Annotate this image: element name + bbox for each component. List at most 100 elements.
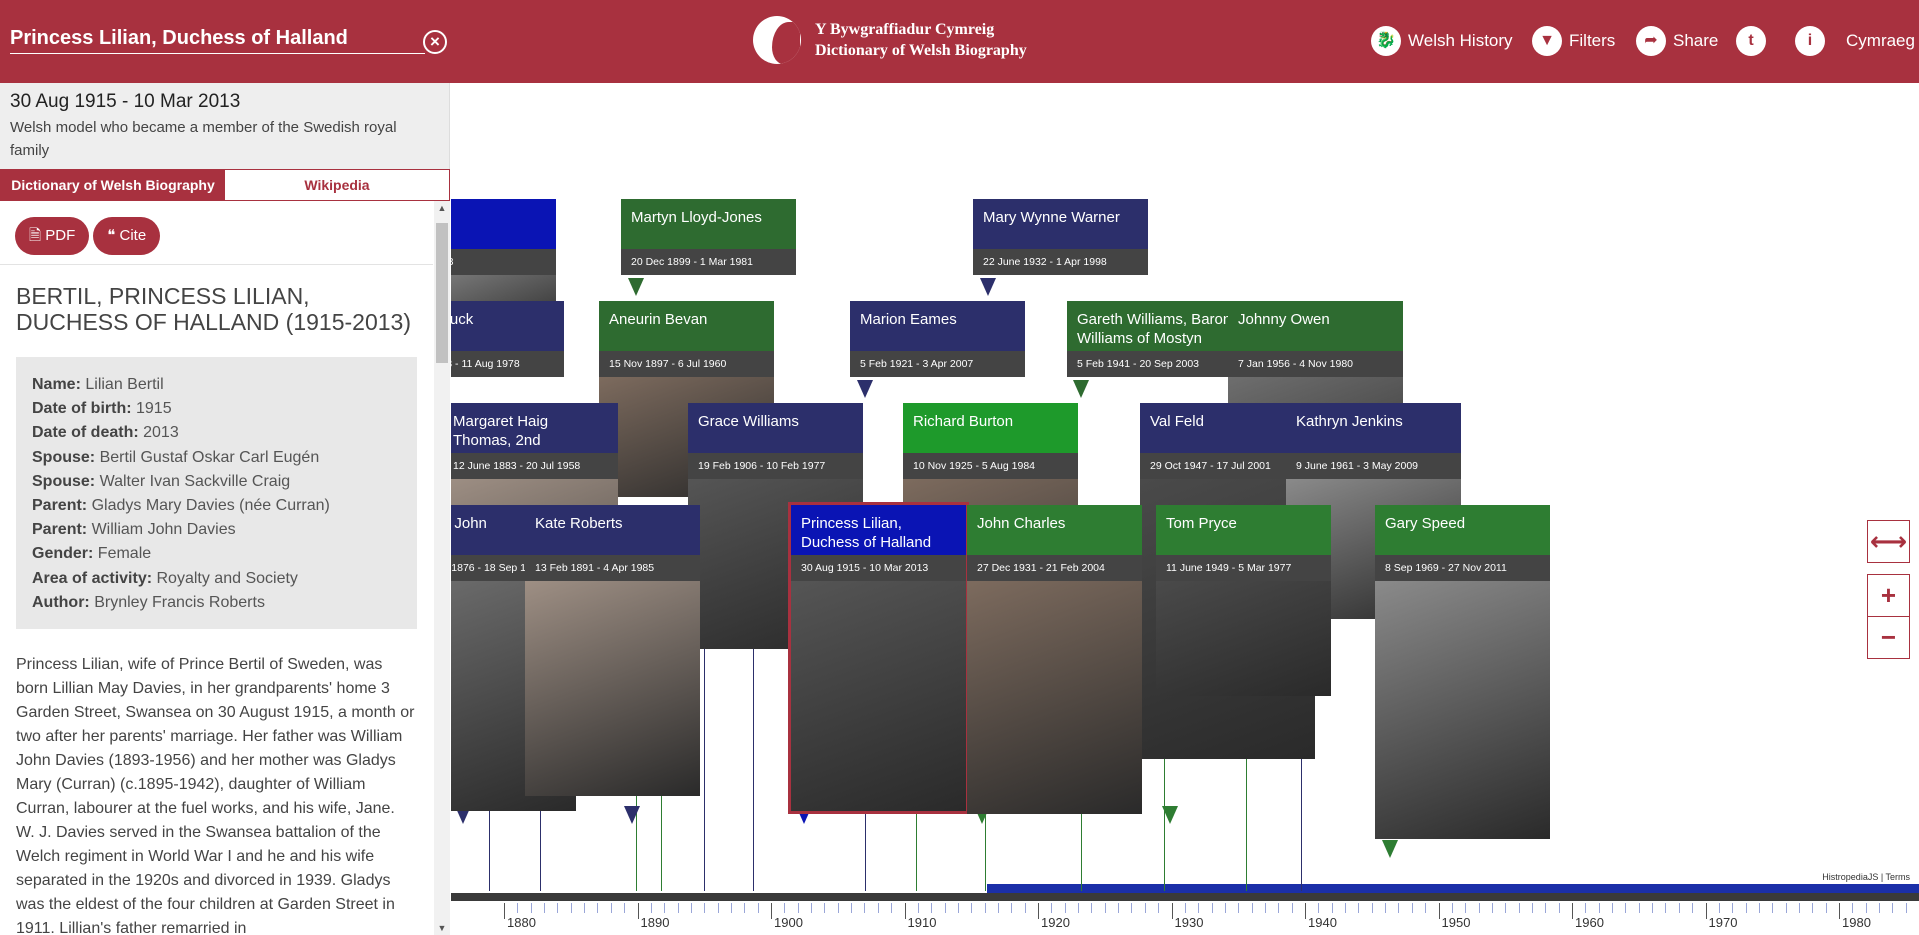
axis-minor-tick	[1425, 903, 1427, 913]
nav-share[interactable]: ➦ Share	[1636, 26, 1718, 56]
close-circle-icon[interactable]: ×	[423, 30, 447, 54]
tab-dictionary-of-welsh-biography[interactable]: Dictionary of Welsh Biography	[1, 170, 225, 200]
axis-minor-tick	[1491, 903, 1493, 913]
timeline-card[interactable]: Tom Pryce 11 June 1949 - 5 Mar 1977	[1156, 505, 1331, 696]
facts-box: Name: Lilian Bertil Date of birth: 1915 …	[16, 357, 417, 629]
timeline-card-name: Richard Burton	[903, 403, 1078, 453]
fact-row: Area of activity: Royalty and Society	[32, 569, 298, 587]
axis-minor-tick	[864, 903, 866, 913]
timeline-card-dates: 20 Dec 1899 - 1 Mar 1981	[621, 249, 796, 275]
axis-minor-tick	[1064, 903, 1066, 913]
axis-minor-tick	[1852, 903, 1854, 913]
timeline-card-dates: 5 Feb 1921 - 3 Apr 2007	[850, 351, 1025, 377]
pdf-button-label: PDF	[45, 227, 76, 244]
axis-minor-tick	[1398, 903, 1400, 913]
article-scroll-area[interactable]: 🗎 PDF ❝ Cite BERTIL, PRINCESS LILIAN, DU…	[0, 201, 450, 935]
nav-welsh-history[interactable]: 🐉 Welsh History	[1371, 26, 1513, 56]
axis-year-label: 1950	[1441, 915, 1471, 930]
timeline-card[interactable]: John Charles 27 Dec 1931 - 21 Feb 2004	[967, 505, 1142, 814]
timeline-card[interactable]: Mary Wynne Warner 22 June 1932 - 1 Apr 19…	[973, 199, 1148, 275]
zoom-in-icon[interactable]: +	[1867, 574, 1910, 617]
expand-horizontal-icon[interactable]: ⟷	[1867, 520, 1910, 563]
timeline-card-name: Marion Eames	[850, 301, 1025, 351]
histropedia-credit[interactable]: HistropediaJS | Terms	[1819, 871, 1913, 883]
axis-minor-tick	[1531, 903, 1533, 913]
timeline-card-name: Tom Pryce	[1156, 505, 1331, 555]
nav-twitter[interactable]: t	[1736, 26, 1773, 56]
timeline-card-name: Berta Ruck	[451, 301, 564, 351]
search-input-value[interactable]: Princess Lilian, Duchess of Halland	[10, 24, 425, 52]
short-description: Welsh model who became a member of the S…	[10, 119, 397, 159]
divider	[0, 264, 433, 265]
source-tabs: Dictionary of Welsh Biography Wikipedia	[0, 169, 450, 201]
axis-minor-tick	[811, 903, 813, 913]
axis-minor-tick	[1278, 903, 1280, 913]
axis-minor-tick	[1785, 903, 1787, 913]
timeline-card[interactable]: Kate Roberts 13 Feb 1891 - 4 Apr 1985	[525, 505, 700, 796]
timeline-card-name: Johnny Owen	[1228, 301, 1403, 351]
axis-minor-tick	[1331, 903, 1333, 913]
axis-year-label: 1960	[1575, 915, 1604, 930]
nav-info[interactable]: i	[1795, 26, 1832, 56]
timeline-card[interactable]: Martyn Lloyd-Jones 20 Dec 1899 - 1 Mar 19…	[621, 199, 796, 275]
cite-button[interactable]: ❝ Cite	[93, 217, 161, 255]
timeline-card-dates: 2 Aug 1878 - 11 Aug 1978	[451, 351, 564, 377]
scroll-down-arrow-icon[interactable]: ▼	[436, 921, 448, 935]
fact-row: Parent: William John Davies	[32, 521, 236, 539]
axis-minor-tick	[1264, 903, 1266, 913]
axis-minor-tick	[1638, 903, 1640, 913]
pdf-button[interactable]: 🗎 PDF	[15, 217, 90, 255]
timeline-card[interactable]: Marion Eames 5 Feb 1921 - 3 Apr 2007	[850, 301, 1025, 377]
time-axis-bar	[451, 893, 1919, 901]
axis-major-tick	[1038, 903, 1039, 919]
zoom-out-icon[interactable]: −	[1867, 616, 1910, 659]
axis-minor-tick	[544, 903, 546, 913]
axis-major-tick	[904, 903, 906, 919]
axis-major-tick	[771, 903, 772, 919]
tab-wikipedia[interactable]: Wikipedia	[225, 170, 449, 200]
axis-minor-tick	[1865, 903, 1867, 913]
axis-minor-tick	[1144, 903, 1146, 913]
timeline-canvas[interactable]: 1880 1890 1900 1910 1920 1930 1940 1950 1960 1970…	[451, 83, 1919, 935]
nav-filters[interactable]: ▼ Filters	[1532, 26, 1615, 56]
scroll-up-arrow-icon[interactable]: ▲	[436, 201, 448, 215]
axis-minor-tick	[717, 903, 719, 913]
axis-minor-tick	[1879, 903, 1881, 913]
axis-minor-tick	[610, 903, 612, 913]
axis-minor-tick	[557, 903, 559, 913]
axis-minor-tick	[1745, 903, 1747, 913]
axis-minor-tick	[1665, 903, 1667, 913]
axis-minor-tick	[1545, 903, 1547, 913]
axis-year-label: 1970	[1708, 915, 1738, 930]
axis-minor-tick	[1091, 903, 1093, 913]
nav-filters-label: Filters	[1569, 31, 1616, 50]
top-bar: Princess Lilian, Duchess of Halland × Y …	[0, 0, 1919, 83]
site-brand[interactable]: Y Bywgraffiadur Cymreig Dictionary of We…	[753, 15, 1027, 65]
axis-minor-tick	[1612, 903, 1614, 913]
axis-major-tick	[1705, 903, 1707, 919]
fact-row: Author: Brynley Francis Roberts	[32, 593, 265, 611]
timeline-card[interactable]: Berta Ruck2 Aug 1878 - 11 Aug 1978	[451, 301, 564, 377]
axis-year-label: 1910	[907, 915, 937, 930]
language-toggle[interactable]: Cymraeg	[1846, 26, 1915, 56]
search-input[interactable]: Princess Lilian, Duchess of Halland	[10, 24, 425, 54]
axis-minor-tick	[1732, 903, 1734, 913]
article-body: Princess Lilian, wife of Prince Bertil o…	[16, 656, 415, 935]
timeline-card[interactable]: Gareth Williams, Baron Williams of Mosty…	[1067, 301, 1242, 377]
axis-minor-tick	[1518, 903, 1520, 913]
axis-minor-tick	[1465, 903, 1467, 913]
axis-major-tick	[504, 903, 505, 919]
axis-minor-tick	[984, 903, 986, 913]
axis-minor-tick	[1478, 903, 1480, 913]
scrollbar-thumb[interactable]	[436, 223, 448, 363]
timeline-pin-marker-icon	[1382, 840, 1398, 858]
axis-minor-tick	[1104, 903, 1106, 913]
axis-minor-tick	[877, 903, 879, 913]
axis-minor-tick	[1224, 903, 1226, 913]
portrait-photo	[1156, 581, 1331, 696]
timeline-card-selected[interactable]: Princess Lilian, Duchess of Halland 30 Au…	[788, 502, 969, 814]
timeline-card[interactable]: Gary Speed 8 Sep 1969 - 27 Nov 2011	[1375, 505, 1550, 839]
axis-minor-tick	[1131, 903, 1133, 913]
axis-minor-tick	[1585, 903, 1587, 913]
axis-minor-tick	[1024, 903, 1026, 913]
